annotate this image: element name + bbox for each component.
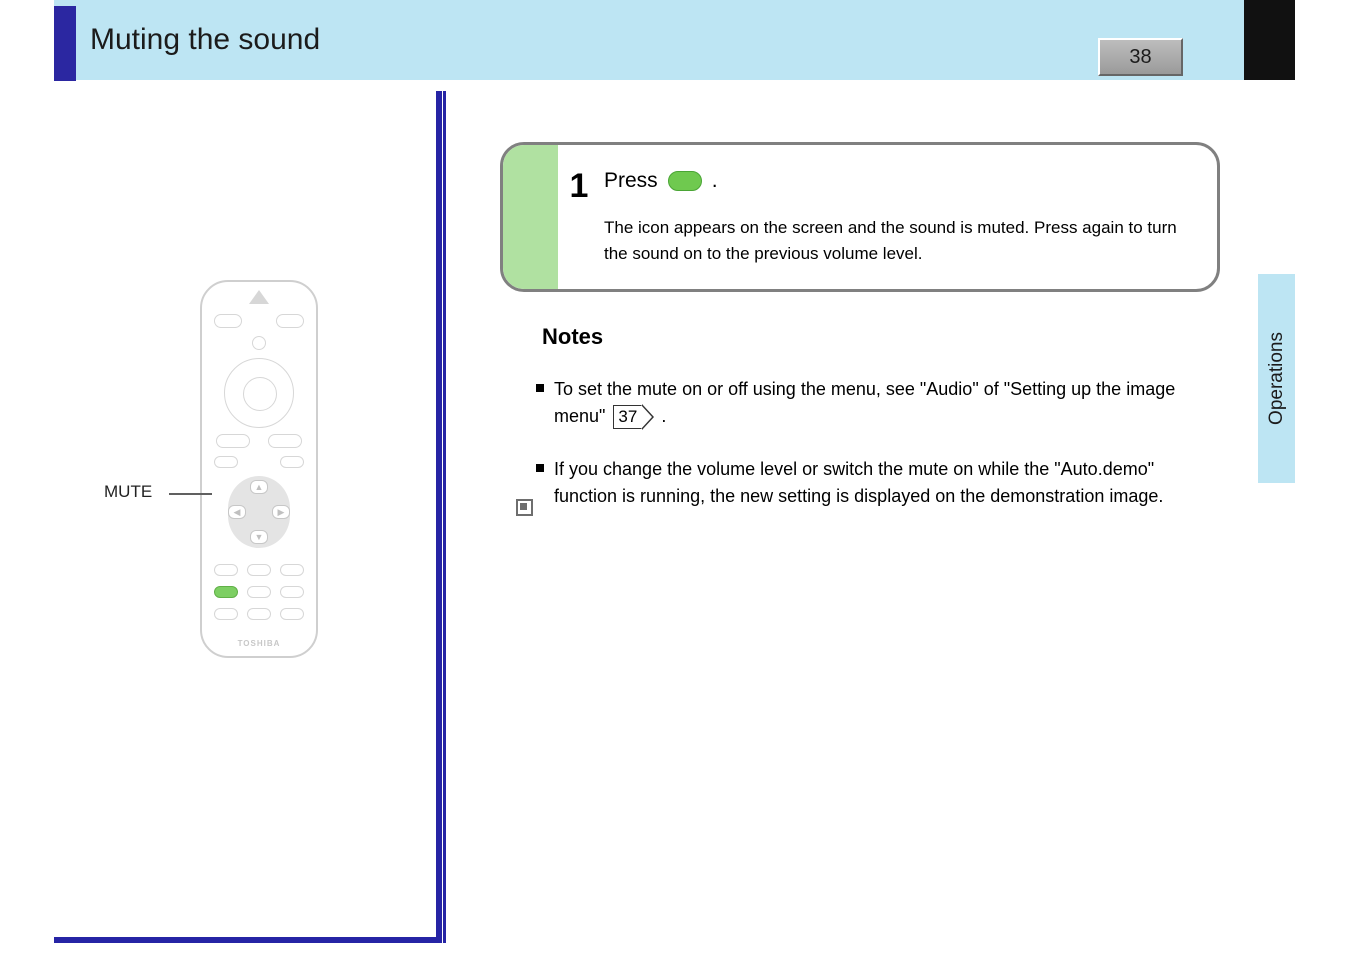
- remote-illustration: ▲ ▼ ◀ ▶ TOSHIBA: [200, 280, 318, 658]
- arrow-right-icon: ▶: [272, 505, 290, 519]
- main-content: 1 Press . The icon appears on the screen…: [500, 142, 1220, 510]
- remote-button: [214, 608, 238, 620]
- remote-button: [268, 434, 302, 448]
- bullet-icon: [536, 384, 544, 392]
- page-title: Muting the sound: [90, 23, 320, 57]
- column-divider: [443, 91, 446, 943]
- remote-button: [280, 608, 304, 620]
- remote-mute-button: [214, 586, 238, 598]
- remote-brand-label: TOSHIBA: [200, 639, 318, 648]
- bullet-icon: [536, 464, 544, 472]
- remote-button: [280, 564, 304, 576]
- arrow-up-icon: ▲: [250, 480, 268, 494]
- page-ref-number: 37: [613, 405, 642, 429]
- remote-button: [247, 586, 271, 598]
- remote-button: [280, 586, 304, 598]
- page-number-button[interactable]: 38: [1098, 38, 1183, 76]
- arrow-left-icon: ◀: [228, 505, 246, 519]
- note-item: If you change the volume level or switch…: [536, 456, 1220, 510]
- step-action-suffix: .: [712, 169, 718, 193]
- remote-top-triangle: [249, 290, 269, 304]
- arrow-down-icon: ▼: [250, 530, 268, 544]
- side-tab-label: Operations: [1266, 332, 1288, 425]
- corner-block: [1244, 0, 1295, 80]
- remote-button: [276, 314, 304, 328]
- step-accent: [503, 145, 558, 289]
- remote-button: [214, 456, 238, 468]
- remote-button: [214, 314, 242, 328]
- remote-button: [247, 564, 271, 576]
- note-before: If you change the volume level or switch…: [554, 459, 1163, 506]
- remote-button: [247, 608, 271, 620]
- notes-icon: [516, 499, 533, 516]
- step-box: 1 Press . The icon appears on the screen…: [500, 142, 1220, 292]
- mute-button-icon: [668, 171, 702, 191]
- notes-heading: Notes: [542, 324, 1220, 350]
- note-after: .: [661, 406, 666, 426]
- step-number: 1: [558, 145, 600, 289]
- step-detail: The icon appears on the screen and the s…: [604, 215, 1199, 266]
- callout-label: MUTE: [104, 482, 152, 502]
- remote-button: [280, 456, 304, 468]
- side-tab: Operations: [1258, 274, 1295, 483]
- step-action-prefix: Press: [604, 169, 658, 193]
- remote-button: [216, 434, 250, 448]
- note-text: To set the mute on or off using the menu…: [554, 376, 1220, 430]
- callout-line: [169, 493, 212, 495]
- note-item: To set the mute on or off using the menu…: [536, 376, 1220, 430]
- page-number: 38: [1129, 46, 1151, 69]
- remote-button: [252, 336, 266, 350]
- remote-button: [214, 564, 238, 576]
- remote-joypad-center: [243, 377, 277, 411]
- remote-joypad: [224, 358, 294, 428]
- note-text: If you change the volume level or switch…: [554, 456, 1220, 510]
- page-ref-link[interactable]: 37: [610, 405, 642, 429]
- step-body: Press . The icon appears on the screen a…: [600, 145, 1217, 289]
- step-action: Press .: [604, 169, 1199, 193]
- header-accent: [54, 6, 76, 81]
